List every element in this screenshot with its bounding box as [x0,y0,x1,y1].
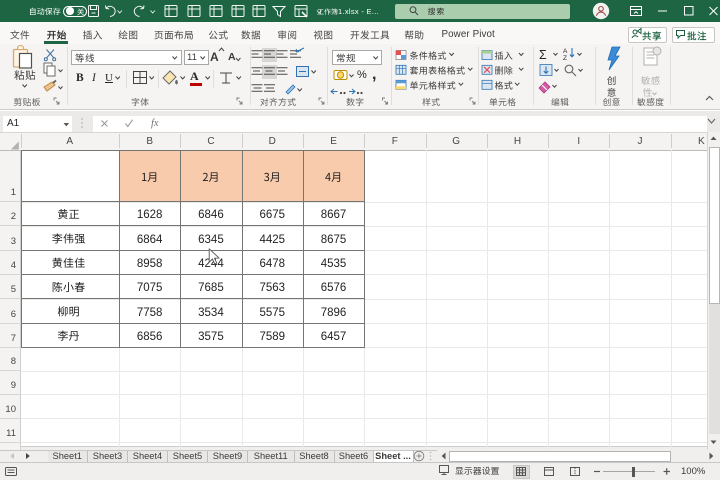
svg-text:A: A [563,48,568,55]
svg-text:Z: Z [563,55,567,62]
